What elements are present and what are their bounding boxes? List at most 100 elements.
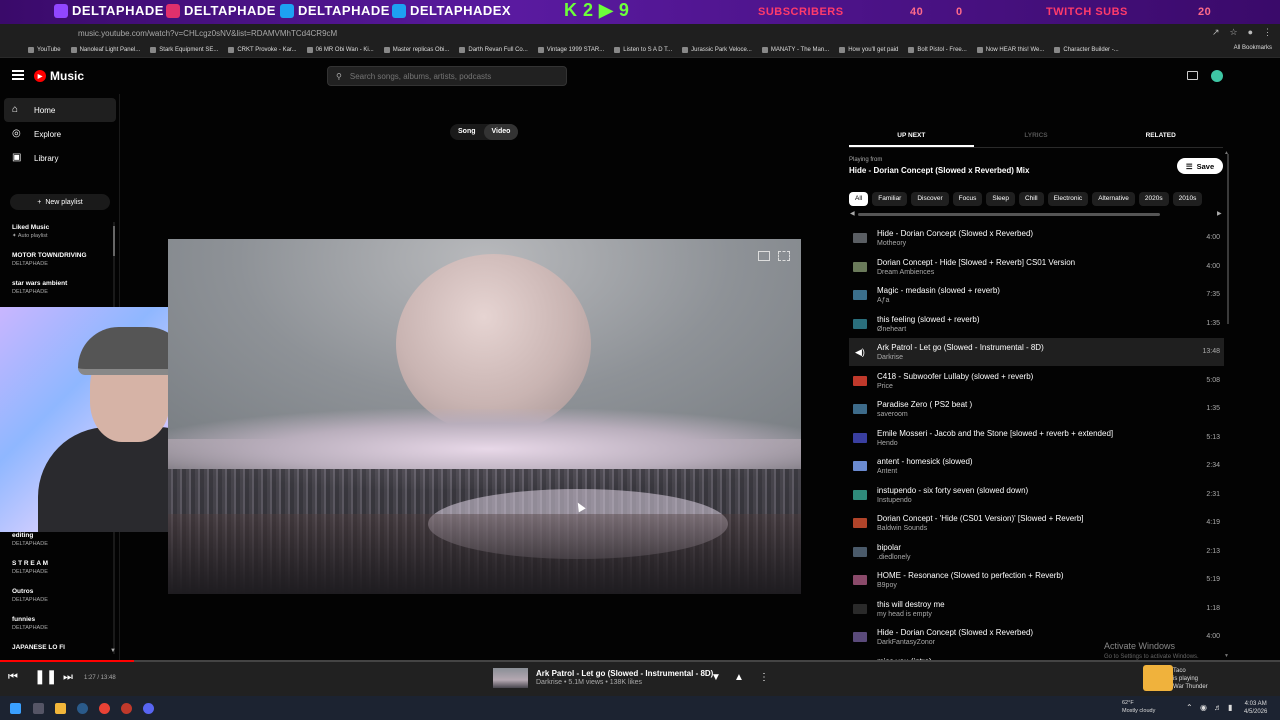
- queue-scrollbar[interactable]: [1227, 154, 1229, 324]
- sidebar-scroll-thumb[interactable]: [113, 226, 115, 256]
- queue-row[interactable]: C418 - Subwoofer Lullaby (slowed + rever…: [849, 367, 1224, 395]
- playlist-item[interactable]: editing DELTAPHADE: [12, 532, 112, 547]
- playlist-item[interactable]: Outros DELTAPHADE: [12, 588, 112, 603]
- fullscreen-icon[interactable]: [778, 251, 790, 261]
- more-options-icon[interactable]: ⋮: [759, 672, 769, 683]
- queue-row[interactable]: instupendo - six forty seven (slowed dow…: [849, 481, 1224, 509]
- playlist-item[interactable]: star wars ambient DELTAPHADE: [12, 280, 112, 295]
- playlist-item[interactable]: Liked Music ✦ Auto playlist: [12, 224, 112, 239]
- mix-title[interactable]: Hide - Dorian Concept (Slowed x Reverbed…: [849, 166, 1029, 175]
- queue-row[interactable]: Emile Mosseri - Jacob and the Stone [slo…: [849, 424, 1224, 452]
- queue-row[interactable]: Paradise Zero ( PS2 beat ) saveroom 1:35: [849, 395, 1224, 423]
- tab-lyrics[interactable]: LYRICS: [974, 126, 1099, 147]
- playlist-item[interactable]: MOTOR TOWN/DRIVING DELTAPHADE: [12, 252, 112, 267]
- windows-start-icon[interactable]: [10, 703, 21, 714]
- chip-alternative[interactable]: Alternative: [1092, 192, 1135, 206]
- sidebar-item-library[interactable]: ▣ Library: [4, 146, 116, 170]
- playlist-item[interactable]: funnies DELTAPHADE: [12, 616, 112, 631]
- chevron-left-icon[interactable]: ◀: [850, 210, 855, 217]
- bookmark-item[interactable]: Listen to S A D T...: [614, 46, 672, 53]
- sidebar-item-explore[interactable]: ◎ Explore: [4, 122, 116, 146]
- bookmark-item[interactable]: Character Builder -...: [1054, 46, 1119, 53]
- bookmark-item[interactable]: Bolt Pistol - Free...: [908, 46, 967, 53]
- next-icon[interactable]: ⏭: [63, 671, 73, 684]
- search-bar[interactable]: ⚲: [327, 66, 567, 86]
- all-bookmarks-link[interactable]: All Bookmarks: [1234, 45, 1272, 51]
- queue-row[interactable]: this feeling (slowed + reverb) Øneheart 1:…: [849, 310, 1224, 338]
- taskbar-clock[interactable]: 4:03 AM 4/5/2026: [1244, 700, 1267, 716]
- tab-up-next[interactable]: UP NEXT: [849, 126, 974, 147]
- song-video-toggle[interactable]: Song Video: [450, 124, 519, 140]
- queue-row-current[interactable]: ◀) Ark Patrol - Let go (Slowed - Instrume…: [849, 338, 1224, 366]
- bookmark-item[interactable]: Darth Revan Full Co...: [459, 46, 528, 53]
- bookmark-item[interactable]: Nanoleaf Light Panel...: [70, 46, 140, 53]
- save-button[interactable]: ☰ Save: [1177, 158, 1223, 174]
- obs-icon[interactable]: [121, 703, 132, 714]
- extensions-icon[interactable]: ●: [1248, 27, 1253, 38]
- scroll-down-icon[interactable]: ▼: [1224, 653, 1229, 659]
- toggle-video[interactable]: Video: [483, 124, 519, 140]
- cast-icon[interactable]: [1187, 71, 1198, 80]
- chip-focus[interactable]: Focus: [952, 192, 983, 206]
- now-playing-title[interactable]: Ark Patrol - Let go (Slowed - Instrument…: [536, 669, 713, 678]
- search-input[interactable]: [349, 71, 550, 81]
- battery-icon[interactable]: ▮: [1228, 703, 1239, 714]
- chip-all[interactable]: All: [849, 192, 869, 206]
- sidebar-item-home[interactable]: ⌂ Home: [4, 98, 116, 122]
- playlist-item[interactable]: JAPANESE LO FI: [12, 644, 112, 651]
- network-icon[interactable]: ◉: [1200, 703, 1211, 714]
- queue-row[interactable]: Magic - medasin (slowed + reverb) Аƒа 7:35: [849, 281, 1224, 309]
- discord-icon[interactable]: [143, 703, 154, 714]
- file-explorer-icon[interactable]: [55, 703, 66, 714]
- bookmark-item[interactable]: MANATY - The Man...: [761, 46, 829, 53]
- queue-row[interactable]: HOME - Resonance (Slowed to perfection +…: [849, 566, 1224, 594]
- video-player[interactable]: [168, 239, 801, 594]
- chip-chill[interactable]: Chill: [1018, 192, 1044, 206]
- queue-row[interactable]: Dorian Concept - Hide [Slowed + Reverb] …: [849, 253, 1224, 281]
- bookmark-item[interactable]: Stark Equipment SE...: [150, 46, 218, 53]
- now-playing-meta[interactable]: Darkrise • 5.1M views • 138K likes: [536, 679, 642, 686]
- chrome-icon[interactable]: [99, 703, 110, 714]
- miniplayer-icon[interactable]: [758, 251, 770, 261]
- share-icon[interactable]: ↗: [1212, 27, 1220, 38]
- weather-widget[interactable]: 62°F Mostly cloudy: [1122, 699, 1155, 715]
- chevron-right-icon[interactable]: ▶: [1217, 210, 1222, 217]
- bookmark-item[interactable]: How you'll get paid: [839, 46, 898, 53]
- queue-row[interactable]: antent - homesick (slowed) Antent 2:34: [849, 452, 1224, 480]
- chip-discover[interactable]: Discover: [911, 192, 949, 206]
- tab-related[interactable]: RELATED: [1098, 126, 1223, 147]
- avatar[interactable]: [1211, 70, 1223, 82]
- queue-row[interactable]: Dorian Concept - 'Hide (CS01 Version)' […: [849, 509, 1224, 537]
- pause-icon[interactable]: ❚❚: [34, 668, 57, 685]
- progress-bar[interactable]: [0, 660, 1280, 662]
- bookmark-item[interactable]: 06 MR Obi Wan - Ki...: [306, 46, 374, 53]
- menu-icon[interactable]: ⋮: [1263, 27, 1272, 38]
- bookmark-item[interactable]: CRKT Provoke - Kar...: [228, 46, 297, 53]
- url-text[interactable]: music.youtube.com/watch?v=CHLcgz0sNV&lis…: [78, 29, 337, 38]
- tray-chevron-icon[interactable]: ⌃: [1186, 703, 1197, 714]
- bookmark-item[interactable]: Now HEAR this! We...: [976, 46, 1044, 53]
- bookmark-item[interactable]: Vintage 1999 STAR...: [537, 46, 604, 53]
- previous-icon[interactable]: ⏮: [8, 671, 18, 684]
- chip-2020s[interactable]: 2020s: [1138, 192, 1169, 206]
- now-playing-thumbnail[interactable]: [493, 668, 528, 688]
- chip-electronic[interactable]: Electronic: [1047, 192, 1089, 206]
- task-view-icon[interactable]: [33, 703, 44, 714]
- queue-row[interactable]: Hide - Dorian Concept (Slowed x Reverbed…: [849, 224, 1224, 252]
- bookmark-item[interactable]: YouTube: [28, 46, 61, 53]
- volume-icon[interactable]: ♬: [1214, 703, 1225, 714]
- queue-row[interactable]: bipolar .diedlonely 2:13: [849, 538, 1224, 566]
- chip-2010s[interactable]: 2010s: [1172, 192, 1203, 206]
- bookmark-item[interactable]: Master replicas Obi...: [383, 46, 449, 53]
- scroll-down-icon[interactable]: ▼: [110, 648, 116, 654]
- thumbs-down-icon[interactable]: ▼: [711, 672, 721, 683]
- toggle-song[interactable]: Song: [450, 124, 484, 140]
- playlist-item[interactable]: S T R E A M DELTAPHADE: [12, 560, 112, 575]
- chip-familiar[interactable]: Familiar: [872, 192, 908, 206]
- steam-icon[interactable]: [77, 703, 88, 714]
- bookmark-item[interactable]: Jurassic Park Veloce...: [682, 46, 752, 53]
- menu-icon[interactable]: [12, 70, 24, 80]
- youtube-music-logo[interactable]: ▶ Music: [34, 69, 84, 83]
- new-playlist-button[interactable]: + New playlist: [10, 194, 110, 210]
- chips-scrollbar[interactable]: [858, 213, 1160, 216]
